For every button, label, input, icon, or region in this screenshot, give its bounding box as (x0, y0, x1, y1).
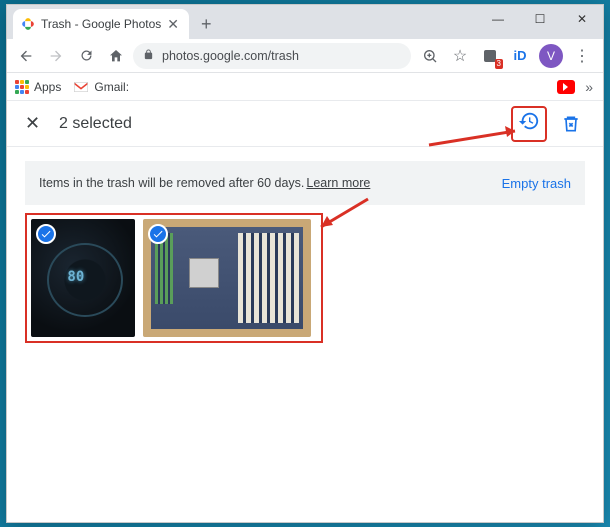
extension-badge: 3 (495, 59, 503, 69)
bookmarks-bar: Apps Gmail: » (7, 73, 603, 101)
gmail-icon (73, 81, 89, 93)
content-area: Items in the trash will be removed after… (7, 147, 603, 522)
trash-notice-bar: Items in the trash will be removed after… (25, 161, 585, 205)
google-photos-favicon-icon (21, 17, 35, 31)
youtube-bookmark-icon[interactable] (557, 80, 575, 94)
lock-icon (143, 49, 154, 63)
titlebar: Trash - Google Photos ✕ + — ☐ ✕ (7, 5, 603, 39)
restore-button[interactable] (511, 106, 547, 142)
address-bar: photos.google.com/trash ☆ 3 iD V ⋮ (7, 39, 603, 73)
browser-window: Trash - Google Photos ✕ + — ☐ ✕ photos.g… (6, 4, 604, 523)
extension-icon-1[interactable]: 3 (479, 45, 501, 67)
close-window-button[interactable]: ✕ (561, 5, 603, 33)
apps-grid-icon (15, 80, 29, 94)
new-tab-button[interactable]: + (193, 11, 219, 37)
selection-toolbar: ✕ 2 selected (7, 101, 603, 147)
url-field[interactable]: photos.google.com/trash (133, 43, 411, 69)
delete-forever-button[interactable] (557, 114, 585, 134)
tab-title: Trash - Google Photos (41, 17, 161, 31)
browser-menu-button[interactable]: ⋮ (571, 46, 593, 66)
zoom-indicator-icon[interactable] (419, 45, 441, 67)
bookmark-star-icon[interactable]: ☆ (449, 45, 471, 67)
apps-label: Apps (34, 80, 61, 94)
bookmarks-overflow-icon[interactable]: » (585, 79, 593, 95)
reload-button[interactable] (73, 43, 99, 69)
photo-thumbnail-1[interactable] (31, 219, 135, 337)
gmail-label: Gmail: (94, 80, 129, 94)
tab-close-icon[interactable]: ✕ (167, 17, 181, 31)
profile-avatar[interactable]: V (539, 44, 563, 68)
selection-check-icon[interactable] (148, 224, 168, 244)
selection-count-text: 2 selected (59, 115, 511, 133)
notice-message: Items in the trash will be removed after… (39, 176, 304, 190)
home-button[interactable] (103, 43, 129, 69)
close-selection-button[interactable]: ✕ (25, 113, 49, 134)
learn-more-link[interactable]: Learn more (306, 176, 370, 190)
maximize-button[interactable]: ☐ (519, 5, 561, 33)
forward-button[interactable] (43, 43, 69, 69)
back-button[interactable] (13, 43, 39, 69)
url-text: photos.google.com/trash (162, 49, 299, 63)
selection-check-icon[interactable] (36, 224, 56, 244)
avatar-initial: V (547, 49, 555, 63)
apps-bookmark[interactable]: Apps (15, 80, 61, 94)
browser-tab[interactable]: Trash - Google Photos ✕ (13, 9, 189, 39)
photo-grid-selection (25, 213, 323, 343)
extension-icon-2[interactable]: iD (509, 45, 531, 67)
window-controls: — ☐ ✕ (477, 5, 603, 33)
photo-thumbnail-2[interactable] (143, 219, 311, 337)
photo-content-motherboard (143, 219, 311, 337)
address-right-controls: ☆ 3 iD V ⋮ (415, 44, 597, 68)
restore-icon (518, 110, 540, 137)
minimize-button[interactable]: — (477, 5, 519, 33)
empty-trash-button[interactable]: Empty trash (502, 176, 571, 191)
gmail-bookmark[interactable]: Gmail: (73, 80, 129, 94)
